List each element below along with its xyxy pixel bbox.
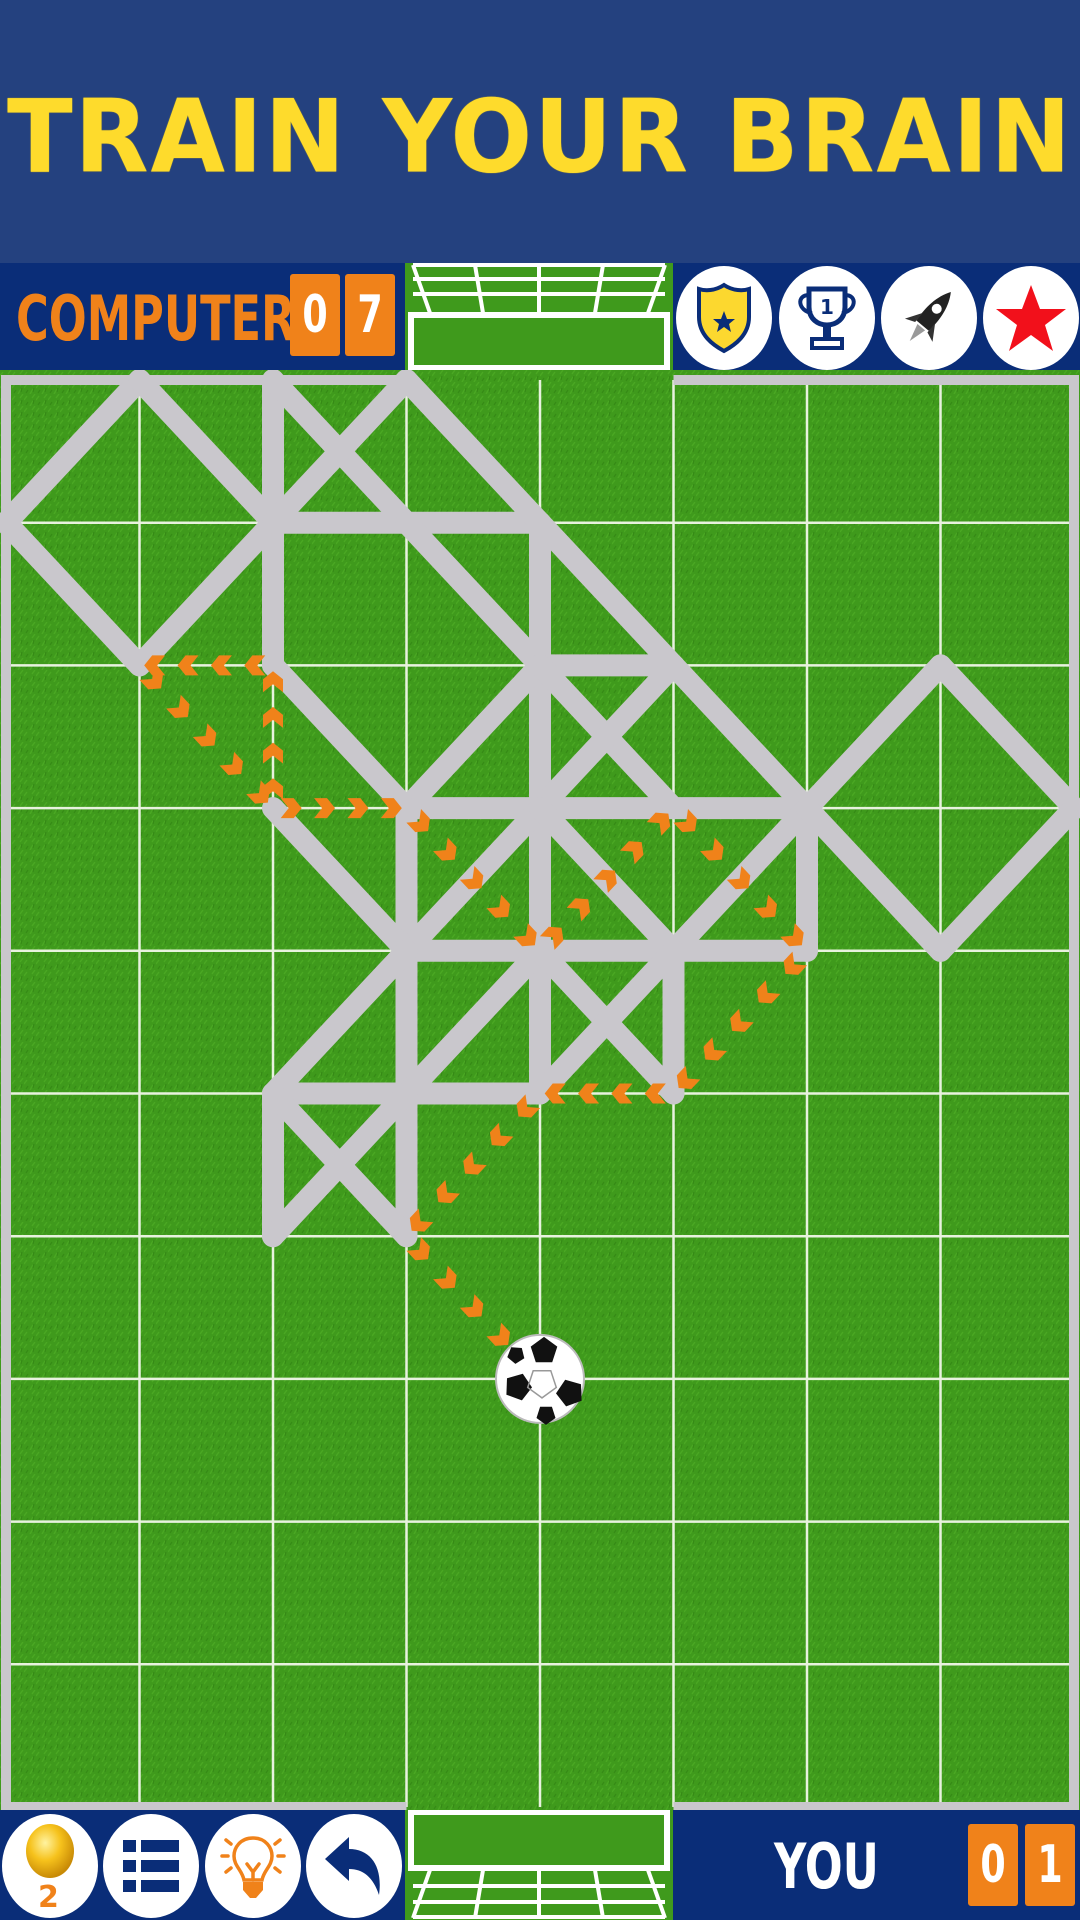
badge-icon (697, 282, 751, 354)
player-score-digit: 1 (1025, 1824, 1075, 1906)
player-score-ones: 1 (1037, 1835, 1063, 1895)
opponent-goal (405, 263, 673, 370)
player-label: YOU (774, 1830, 879, 1903)
badge-button[interactable] (676, 266, 772, 370)
undo-button[interactable] (306, 1814, 402, 1918)
ball-layer (495, 1333, 585, 1425)
star-button[interactable] (983, 266, 1079, 370)
hint-button[interactable] (205, 1814, 301, 1918)
coin-count: 2 (38, 1880, 59, 1915)
opponent-label: COMPUTER (16, 282, 296, 355)
banner-title: TRAIN YOUR BRAIN (7, 77, 1073, 196)
title-banner: TRAIN YOUR BRAIN (0, 0, 1080, 263)
opponent-score-digit: 7 (345, 274, 395, 356)
trophy-button[interactable]: 1 (779, 266, 875, 370)
opponent-score-digit: 0 (290, 274, 340, 356)
lightbulb-icon (220, 1836, 286, 1898)
rocket-icon (904, 291, 951, 342)
star-icon (996, 285, 1066, 351)
player-goal (405, 1810, 673, 1920)
player-score-digit: 0 (968, 1824, 1018, 1906)
trophy-icon: 1 (798, 286, 856, 350)
player-score-tens: 0 (980, 1835, 1006, 1895)
game-board[interactable] (0, 370, 1080, 1810)
undo-arrow-icon (325, 1837, 380, 1895)
trophy-rank-text: 1 (820, 295, 834, 319)
list-icon (123, 1840, 179, 1892)
opponent-score-tens: 0 (302, 285, 328, 345)
rocket-button[interactable] (881, 266, 977, 370)
menu-button[interactable] (103, 1814, 199, 1918)
opponent-score-ones: 7 (357, 285, 383, 345)
soccer-ball[interactable] (495, 1333, 585, 1425)
